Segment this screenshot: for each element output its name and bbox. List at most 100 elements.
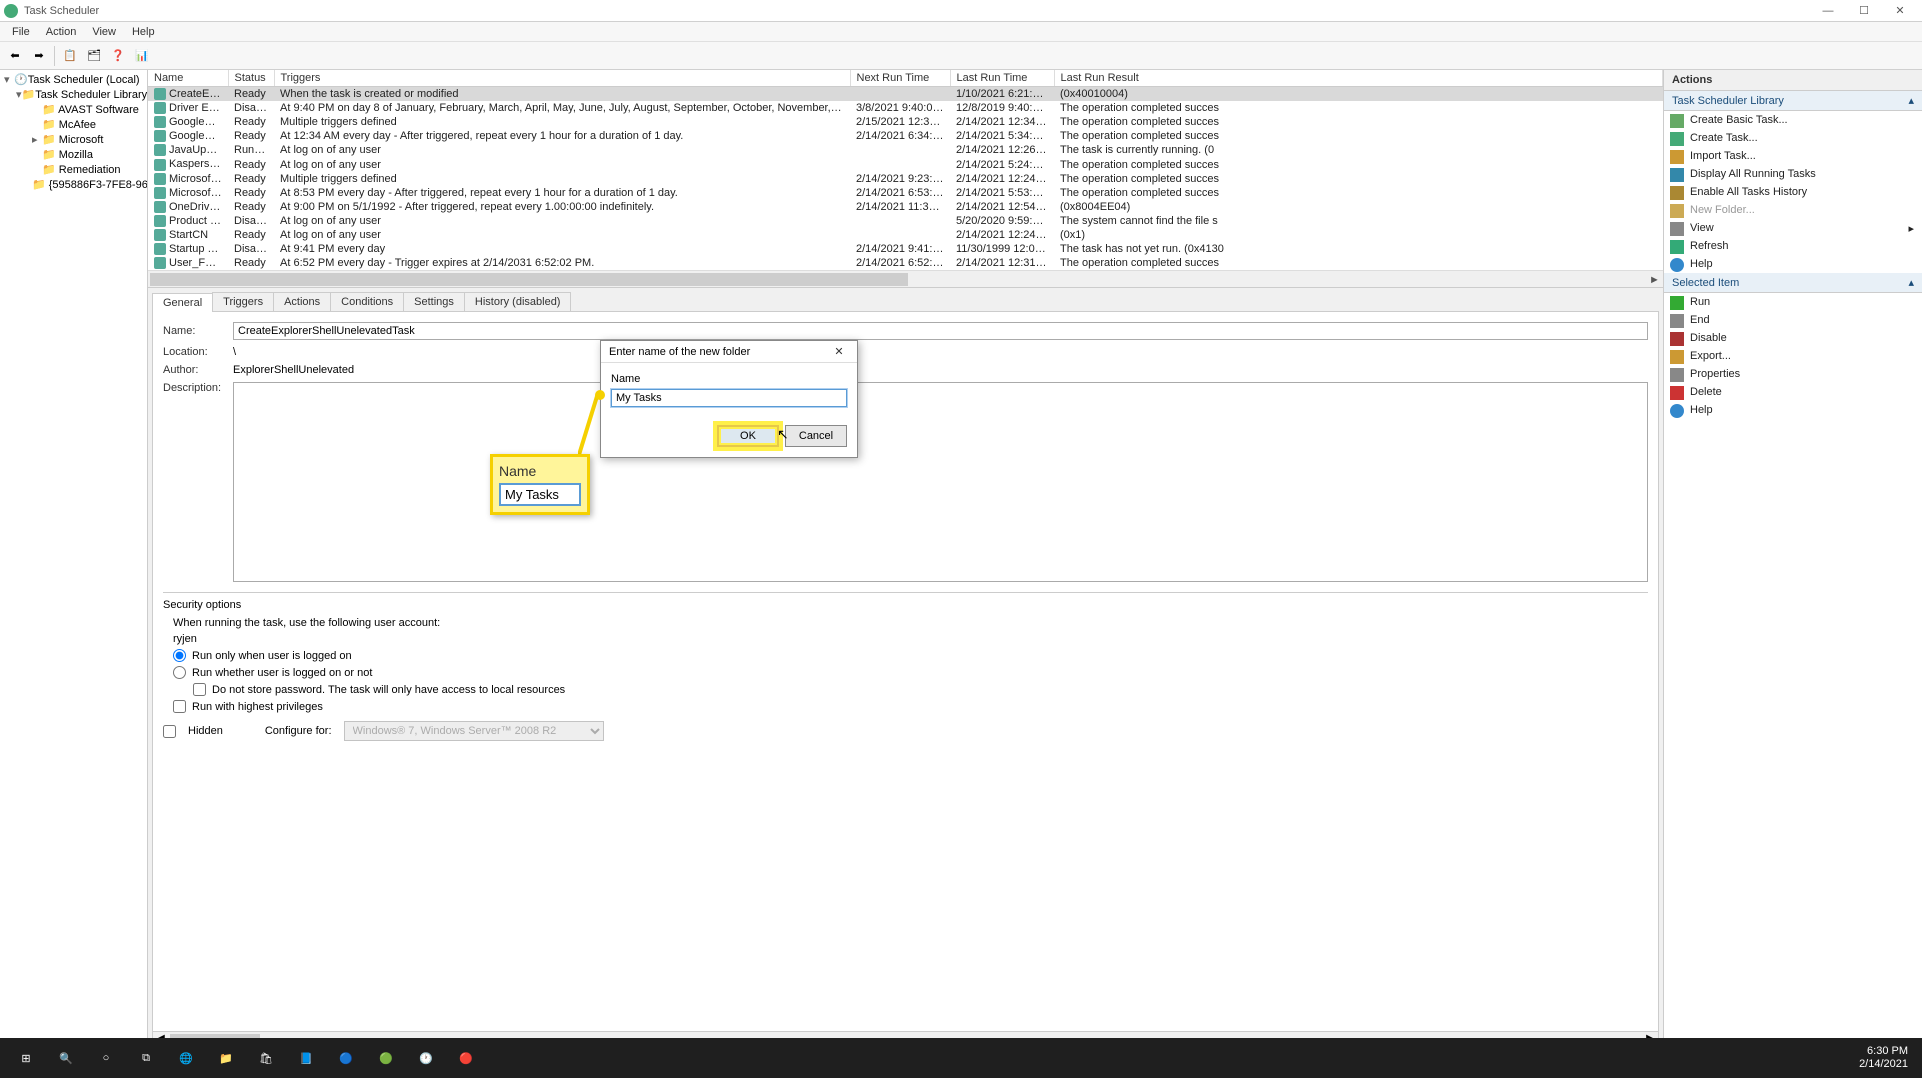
minimize-button[interactable]: — xyxy=(1810,1,1846,21)
tree-item[interactable]: 📁 Mozilla xyxy=(0,147,147,162)
location-label: Location: xyxy=(163,346,233,358)
task-row[interactable]: MicrosoftEd...ReadyMultiple triggers def… xyxy=(148,172,1663,186)
action-help[interactable]: Help xyxy=(1664,401,1922,419)
tree-root[interactable]: ▾🕐 Task Scheduler (Local) xyxy=(0,72,147,87)
task-row[interactable]: StartCNReadyAt log on of any user2/14/20… xyxy=(148,228,1663,242)
windows-taskbar[interactable]: ⊞ 🔍 ○ ⧉ 🌐 📁 🛍 📘 🔵 🟢 🕐 🔴 6:30 PM 2/14/202… xyxy=(0,1038,1922,1078)
task-name-field[interactable] xyxy=(233,322,1648,340)
dialog-name-input[interactable] xyxy=(611,389,847,407)
navigation-tree[interactable]: ▾🕐 Task Scheduler (Local) ▾📁 Task Schedu… xyxy=(0,70,148,1038)
radio-logged-on[interactable] xyxy=(173,649,186,662)
system-clock[interactable]: 6:30 PM 2/14/2021 xyxy=(1859,1045,1916,1071)
check-nostore[interactable] xyxy=(193,683,206,696)
toolbar-icon-2[interactable]: 🗂 xyxy=(83,45,105,67)
dialog-cancel-button[interactable]: Cancel xyxy=(785,425,847,447)
task-row[interactable]: OneDrive St...ReadyAt 9:00 PM on 5/1/199… xyxy=(148,200,1663,214)
tab-triggers[interactable]: Triggers xyxy=(212,292,274,311)
action-disable[interactable]: Disable xyxy=(1664,329,1922,347)
column-header[interactable]: Last Run Time xyxy=(950,70,1054,87)
actions-library-header[interactable]: Task Scheduler Library▴ xyxy=(1664,91,1922,111)
author-label: Author: xyxy=(163,364,233,376)
forward-button[interactable]: ➡ xyxy=(28,45,50,67)
action-import-task---[interactable]: Import Task... xyxy=(1664,147,1922,165)
back-button[interactable]: ⬅ xyxy=(4,45,26,67)
app-icon-3[interactable]: 🔴 xyxy=(446,1038,486,1078)
menu-action[interactable]: Action xyxy=(38,24,85,40)
task-scheduler-icon xyxy=(4,4,18,18)
search-icon[interactable]: 🔍 xyxy=(46,1038,86,1078)
column-header[interactable]: Status xyxy=(228,70,274,87)
column-header[interactable]: Last Run Result xyxy=(1054,70,1663,87)
column-header[interactable]: Next Run Time xyxy=(850,70,950,87)
task-list-table[interactable]: NameStatusTriggersNext Run TimeLast Run … xyxy=(148,70,1663,270)
callout-annotation: Name xyxy=(490,454,590,515)
explorer-icon[interactable]: 📁 xyxy=(206,1038,246,1078)
action-export---[interactable]: Export... xyxy=(1664,347,1922,365)
action-run[interactable]: Run xyxy=(1664,293,1922,311)
edge-icon[interactable]: 🌐 xyxy=(166,1038,206,1078)
check-highest[interactable] xyxy=(173,700,186,713)
actions-panel: Actions Task Scheduler Library▴ Create B… xyxy=(1664,70,1922,1038)
task-row[interactable]: MicrosoftEd...ReadyAt 8:53 PM every day … xyxy=(148,186,1663,200)
task-view-icon[interactable]: ⧉ xyxy=(126,1038,166,1078)
action-end[interactable]: End xyxy=(1664,311,1922,329)
task-row[interactable]: Product Upd...DisabledAt log on of any u… xyxy=(148,214,1663,228)
action-delete[interactable]: Delete xyxy=(1664,383,1922,401)
dialog-ok-button[interactable]: OK xyxy=(717,425,779,447)
menu-view[interactable]: View xyxy=(84,24,124,40)
close-button[interactable]: ✕ xyxy=(1882,1,1918,21)
security-header: Security options xyxy=(163,599,1648,611)
app-icon-2[interactable]: 🔵 xyxy=(326,1038,366,1078)
menu-help[interactable]: Help xyxy=(124,24,163,40)
tree-item[interactable]: 📁 Remediation xyxy=(0,162,147,177)
task-row[interactable]: Kaspersky_U...ReadyAt log on of any user… xyxy=(148,157,1663,171)
chrome-icon[interactable]: 🟢 xyxy=(366,1038,406,1078)
action-display-all-running-tasks[interactable]: Display All Running Tasks xyxy=(1664,165,1922,183)
column-header[interactable]: Triggers xyxy=(274,70,850,87)
task-row[interactable]: GoogleUpda...ReadyAt 12:34 AM every day … xyxy=(148,129,1663,143)
radio-whether[interactable] xyxy=(173,666,186,679)
maximize-button[interactable]: ☐ xyxy=(1846,1,1882,21)
store-icon[interactable]: 🛍 xyxy=(246,1038,286,1078)
action-help[interactable]: Help xyxy=(1664,255,1922,273)
start-button[interactable]: ⊞ xyxy=(6,1038,46,1078)
tree-item[interactable]: ▸📁 Microsoft xyxy=(0,132,147,147)
tree-item[interactable]: 📁 {595886F3-7FE8-966B-... xyxy=(0,177,147,192)
tab-general[interactable]: General xyxy=(152,293,213,312)
app-icon-1[interactable]: 📘 xyxy=(286,1038,326,1078)
tree-item[interactable]: 📁 AVAST Software xyxy=(0,102,147,117)
column-header[interactable]: Name xyxy=(148,70,228,87)
task-scheduler-taskbar-icon[interactable]: 🕐 xyxy=(406,1038,446,1078)
check-hidden[interactable] xyxy=(163,725,176,738)
task-row[interactable]: User_Feed_S...ReadyAt 6:52 PM every day … xyxy=(148,256,1663,270)
new-folder-dialog: Enter name of the new folder ✕ Name OK C… xyxy=(600,340,858,458)
task-row[interactable]: CreateExplor...ReadyWhen the task is cre… xyxy=(148,87,1663,102)
action-enable-all-tasks-history[interactable]: Enable All Tasks History xyxy=(1664,183,1922,201)
menu-file[interactable]: File xyxy=(4,24,38,40)
tab-historydisabled[interactable]: History (disabled) xyxy=(464,292,572,311)
tree-library[interactable]: ▾📁 Task Scheduler Library xyxy=(0,87,147,102)
dialog-close-button[interactable]: ✕ xyxy=(829,345,849,358)
task-row[interactable]: JavaUpdateS...RunningAt log on of any us… xyxy=(148,143,1663,157)
toolbar-icon-3[interactable]: ❓ xyxy=(107,45,129,67)
action-create-task---[interactable]: Create Task... xyxy=(1664,129,1922,147)
tree-item[interactable]: 📁 McAfee xyxy=(0,117,147,132)
detail-tabs: GeneralTriggersActionsConditionsSettings… xyxy=(152,292,1659,312)
tab-conditions[interactable]: Conditions xyxy=(330,292,404,311)
horizontal-scrollbar[interactable]: ◄► xyxy=(148,270,1663,287)
action-refresh[interactable]: Refresh xyxy=(1664,237,1922,255)
task-row[interactable]: GoogleUpda...ReadyMultiple triggers defi… xyxy=(148,115,1663,129)
description-box[interactable] xyxy=(233,382,1648,582)
toolbar-icon-1[interactable]: 📋 xyxy=(59,45,81,67)
toolbar-icon-4[interactable]: 📊 xyxy=(131,45,153,67)
tab-settings[interactable]: Settings xyxy=(403,292,465,311)
cortana-icon[interactable]: ○ xyxy=(86,1038,126,1078)
tab-actions[interactable]: Actions xyxy=(273,292,331,311)
action-create-basic-task---[interactable]: Create Basic Task... xyxy=(1664,111,1922,129)
task-row[interactable]: Startup TasksDisabledAt 9:41 PM every da… xyxy=(148,242,1663,256)
task-row[interactable]: Driver Easy S...DisabledAt 9:40 PM on da… xyxy=(148,101,1663,115)
check-nostore-label: Do not store password. The task will onl… xyxy=(212,684,565,696)
actions-selected-header[interactable]: Selected Item▴ xyxy=(1664,273,1922,293)
action-properties[interactable]: Properties xyxy=(1664,365,1922,383)
action-view[interactable]: View ▸ xyxy=(1664,219,1922,237)
